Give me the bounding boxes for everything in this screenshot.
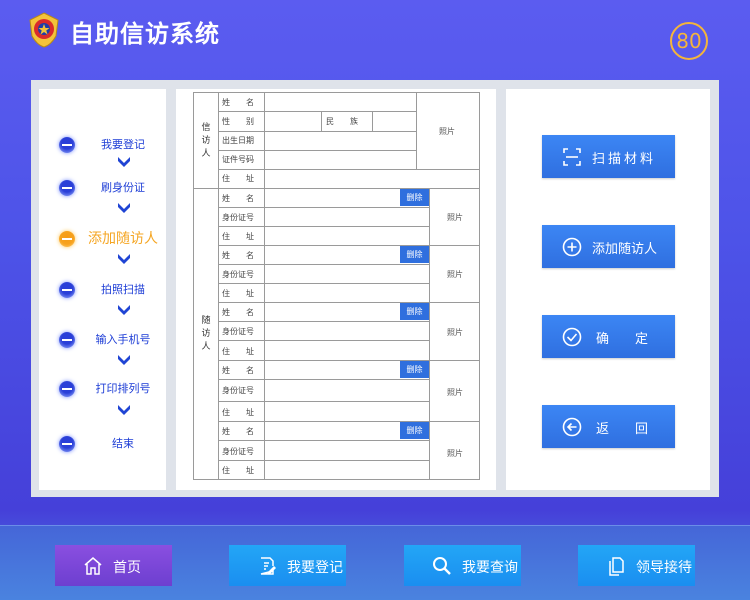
- step-dot-icon: [59, 436, 75, 452]
- add-companion-label: 添加随访人: [592, 241, 658, 256]
- field-label-ethnicity: 民 族: [326, 117, 358, 126]
- main-panel: 我要登记 刷身份证 添加随访人 拍照扫描 输入手机号 打印排列号 结束 信访人 …: [31, 80, 719, 497]
- scan-icon: [563, 148, 581, 166]
- registration-form: 信访人 随访人 姓 名 性 别 民 族 出生日期 证件号码 住 址 照片 姓 名…: [176, 89, 496, 490]
- companion-id-label: 身份证号: [222, 270, 254, 279]
- delete-companion-button[interactable]: 删除: [400, 422, 429, 439]
- delete-companion-button[interactable]: 删除: [400, 361, 429, 378]
- step-dot-icon: [59, 332, 75, 348]
- nav-register-label: 我要登记: [287, 559, 343, 575]
- delete-companion-button[interactable]: 删除: [400, 246, 429, 263]
- home-icon: [84, 557, 102, 575]
- step-dot-icon: [59, 381, 75, 397]
- step-dot-icon: [59, 231, 75, 247]
- petitioner-photo-label: 照片: [439, 127, 455, 136]
- step-label: 刷身份证: [101, 181, 145, 194]
- step-phone: 输入手机号: [39, 328, 166, 350]
- companion-id-label: 身份证号: [222, 213, 254, 222]
- delete-companion-button[interactable]: 删除: [400, 189, 429, 206]
- step-photo-scan: 拍照扫描: [39, 278, 166, 300]
- field-label-address: 住 址: [222, 174, 254, 183]
- search-icon: [433, 557, 451, 575]
- chevron-down-icon: [118, 254, 130, 264]
- scan-materials-button[interactable]: 扫描材料: [542, 135, 675, 178]
- arrow-left-circle-icon: [562, 417, 582, 437]
- companion-address-label: 住 址: [222, 347, 254, 356]
- nav-query-button[interactable]: 我要查询: [404, 545, 521, 586]
- step-label: 拍照扫描: [101, 283, 145, 296]
- countdown-timer: 80: [670, 22, 708, 60]
- steps-panel: 我要登记 刷身份证 添加随访人 拍照扫描 输入手机号 打印排列号 结束: [39, 89, 166, 490]
- step-label: 打印排列号: [95, 382, 151, 395]
- back-label: 返回: [596, 421, 675, 436]
- chevron-down-icon: [118, 405, 130, 415]
- companion-id-label: 身份证号: [222, 386, 254, 395]
- chevron-down-icon: [118, 203, 130, 213]
- add-companion-button[interactable]: 添加随访人: [542, 225, 675, 268]
- check-circle-icon: [562, 327, 582, 347]
- step-finish: 结束: [39, 432, 166, 454]
- petitioner-group-label: 信访人: [201, 123, 211, 159]
- chevron-down-icon: [118, 305, 130, 315]
- companion-name-label: 姓 名: [222, 251, 254, 260]
- companion-name-label: 姓 名: [222, 427, 254, 436]
- confirm-button[interactable]: 确定: [542, 315, 675, 358]
- companion-photo-label: 照片: [447, 213, 463, 222]
- nav-home-label: 首页: [113, 559, 141, 575]
- actions-panel: 扫描材料 添加随访人 确定 返回: [506, 89, 710, 490]
- companion-name-label: 姓 名: [222, 366, 254, 375]
- nav-reception-label: 领导接待: [636, 559, 692, 575]
- nav-register-button[interactable]: 我要登记: [229, 545, 346, 586]
- step-add-companion: 添加随访人: [39, 227, 166, 249]
- step-label: 添加随访人: [88, 231, 158, 247]
- companion-address-label: 住 址: [222, 408, 254, 417]
- field-label-id-number: 证件号码: [222, 155, 254, 164]
- companion-group-label: 随访人: [201, 316, 211, 352]
- companion-address-label: 住 址: [222, 466, 254, 475]
- companion-photo-label: 照片: [447, 270, 463, 279]
- companion-address-label: 住 址: [222, 289, 254, 298]
- step-print-number: 打印排列号: [39, 377, 166, 399]
- header: 自助信访系统 80: [0, 0, 750, 80]
- companion-name-label: 姓 名: [222, 308, 254, 317]
- step-label: 我要登记: [101, 138, 145, 151]
- scan-materials-label: 扫描材料: [592, 151, 657, 166]
- chevron-down-icon: [118, 355, 130, 365]
- chevron-down-icon: [118, 157, 130, 167]
- companion-name-label: 姓 名: [222, 194, 254, 203]
- step-dot-icon: [59, 282, 75, 298]
- confirm-label: 确定: [596, 331, 675, 346]
- step-dot-icon: [59, 137, 75, 153]
- police-emblem-icon: [29, 12, 59, 48]
- companion-photo-label: 照片: [447, 328, 463, 337]
- plus-circle-icon: [562, 237, 582, 257]
- field-label-gender: 性 别: [222, 117, 254, 126]
- delete-companion-button[interactable]: 删除: [400, 303, 429, 320]
- companion-address-label: 住 址: [222, 232, 254, 241]
- app-title: 自助信访系统: [70, 20, 220, 48]
- step-label: 结束: [112, 437, 134, 450]
- edit-document-icon: [260, 557, 276, 575]
- companion-id-label: 身份证号: [222, 447, 254, 456]
- companion-photo-label: 照片: [447, 388, 463, 397]
- field-label-name: 姓 名: [222, 98, 254, 107]
- companion-id-label: 身份证号: [222, 327, 254, 336]
- document-copy-icon: [609, 557, 624, 576]
- nav-query-label: 我要查询: [462, 559, 518, 575]
- nav-home-button[interactable]: 首页: [55, 545, 172, 586]
- companion-photo-label: 照片: [447, 449, 463, 458]
- step-register: 我要登记: [39, 133, 166, 155]
- back-button[interactable]: 返回: [542, 405, 675, 448]
- field-label-birth-date: 出生日期: [222, 136, 254, 145]
- step-dot-icon: [59, 180, 75, 196]
- step-swipe-id: 刷身份证: [39, 176, 166, 198]
- nav-reception-button[interactable]: 领导接待: [578, 545, 695, 586]
- bottom-nav: 首页 我要登记 我要查询 领导接待: [0, 525, 750, 600]
- step-label: 输入手机号: [95, 333, 151, 346]
